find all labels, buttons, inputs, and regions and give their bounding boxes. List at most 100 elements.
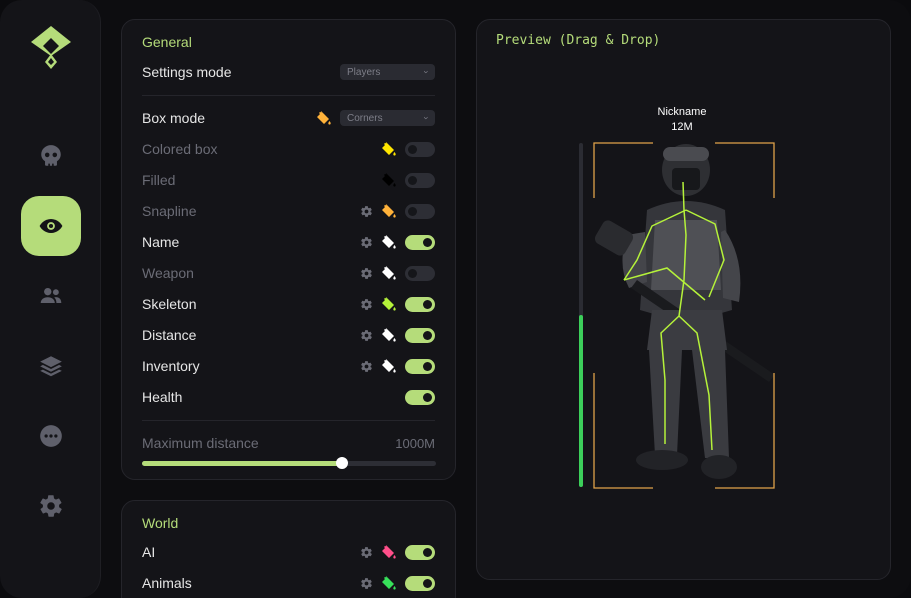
box-mode-label: Box mode <box>142 110 206 126</box>
toggle-knob <box>408 206 417 216</box>
paint-bucket-icon[interactable] <box>381 203 397 219</box>
health-bar-fill <box>579 315 583 487</box>
gear-icon <box>40 495 62 517</box>
preview-panel: Preview (Drag & Drop) Nickname 12M <box>476 19 891 580</box>
toggle-knob <box>423 578 432 588</box>
settings-mode-value: Players <box>347 66 381 78</box>
toggle-switch[interactable] <box>405 544 435 560</box>
paint-bucket-icon[interactable] <box>316 110 332 126</box>
toggle-switch[interactable] <box>405 575 435 591</box>
max-distance-row: Maximum distance 1000M <box>142 432 435 454</box>
paint-bucket-icon[interactable] <box>381 575 397 591</box>
nav-item-users[interactable] <box>21 266 81 326</box>
max-distance-label: Maximum distance <box>142 435 259 451</box>
setting-label: Health <box>142 389 183 405</box>
skull-icon <box>41 145 61 166</box>
settings-mode-select[interactable]: Players › <box>340 64 435 80</box>
setting-label: Snapline <box>142 203 197 219</box>
logo-icon <box>31 26 71 69</box>
box-mode-row: Box mode Corners › <box>142 107 435 129</box>
gear-icon[interactable] <box>360 205 373 218</box>
paint-bucket-icon[interactable] <box>381 358 397 374</box>
gear-icon[interactable] <box>360 236 373 249</box>
paint-bucket-icon[interactable] <box>381 265 397 281</box>
toggle-switch[interactable] <box>405 265 435 281</box>
setting-row: Skeleton <box>142 293 435 315</box>
gear-icon[interactable] <box>360 577 373 590</box>
toggle-knob <box>408 144 417 154</box>
toggle-knob <box>423 361 432 371</box>
sidebar <box>0 0 101 598</box>
setting-row: Filled <box>142 169 435 191</box>
settings-mode-row: Settings mode Players › <box>142 61 435 83</box>
toggle-knob <box>408 268 417 278</box>
setting-row: Weapon <box>142 262 435 284</box>
toggle-switch[interactable] <box>405 172 435 188</box>
world-title: World <box>142 515 179 531</box>
slider-fill <box>142 461 342 466</box>
paint-bucket-icon[interactable] <box>381 327 397 343</box>
chevron-down-icon: › <box>421 70 432 74</box>
divider <box>142 420 435 421</box>
setting-label: Filled <box>142 172 176 188</box>
setting-label: Skeleton <box>142 296 197 312</box>
setting-label: Inventory <box>142 358 200 374</box>
nav-item-settings[interactable] <box>21 476 81 536</box>
setting-row: Snapline <box>142 200 435 222</box>
toggle-knob <box>423 330 432 340</box>
chevron-down-icon: › <box>421 116 432 120</box>
chat-bubble-icon <box>40 425 62 447</box>
setting-label: Distance <box>142 327 197 343</box>
general-title: General <box>142 34 192 50</box>
setting-row: AI <box>142 541 435 563</box>
setting-label: Colored box <box>142 141 218 157</box>
toggle-switch[interactable] <box>405 203 435 219</box>
settings-mode-label: Settings mode <box>142 64 232 80</box>
toggle-knob <box>423 547 432 557</box>
box-mode-select[interactable]: Corners › <box>340 110 435 126</box>
paint-bucket-icon[interactable] <box>381 172 397 188</box>
toggle-switch[interactable] <box>405 296 435 312</box>
toggle-switch[interactable] <box>405 234 435 250</box>
gear-icon[interactable] <box>360 267 373 280</box>
toggle-knob <box>408 175 417 185</box>
setting-row: Name <box>142 231 435 253</box>
box-mode-value: Corners <box>347 112 383 124</box>
paint-bucket-icon[interactable] <box>381 234 397 250</box>
max-distance-slider[interactable] <box>142 457 436 469</box>
toggle-switch[interactable] <box>405 389 435 405</box>
slider-thumb[interactable] <box>335 457 348 469</box>
nav-item-eye[interactable] <box>21 196 81 256</box>
divider <box>142 95 435 96</box>
paint-bucket-icon[interactable] <box>381 296 397 312</box>
setting-label: Name <box>142 234 180 250</box>
toggle-knob <box>423 299 432 309</box>
users-icon <box>40 287 62 304</box>
layers-icon <box>40 356 62 377</box>
setting-label: Weapon <box>142 265 194 281</box>
setting-label: Animals <box>142 575 192 591</box>
esp-preview-canvas[interactable] <box>477 20 892 581</box>
nav-item-chat[interactable] <box>21 406 81 466</box>
general-panel: General Settings mode Players › Box mode… <box>121 19 456 480</box>
toggle-switch[interactable] <box>405 327 435 343</box>
setting-row: Health <box>142 386 435 408</box>
gear-icon[interactable] <box>360 546 373 559</box>
setting-row: Animals <box>142 572 435 594</box>
nav-item-layers[interactable] <box>21 336 81 396</box>
toggle-switch[interactable] <box>405 358 435 374</box>
toggle-knob <box>423 392 432 402</box>
paint-bucket-icon[interactable] <box>381 544 397 560</box>
toggle-knob <box>423 237 432 247</box>
world-panel: World AI Animals <box>121 500 456 598</box>
gear-icon[interactable] <box>360 360 373 373</box>
paint-bucket-icon[interactable] <box>381 141 397 157</box>
nav-item-skull[interactable] <box>21 126 81 186</box>
setting-row: Distance <box>142 324 435 346</box>
gear-icon[interactable] <box>360 329 373 342</box>
toggle-switch[interactable] <box>405 141 435 157</box>
setting-label: AI <box>142 544 156 560</box>
gear-icon[interactable] <box>360 298 373 311</box>
app-window: General Settings mode Players › Box mode… <box>0 0 911 598</box>
eye-icon <box>39 218 63 234</box>
